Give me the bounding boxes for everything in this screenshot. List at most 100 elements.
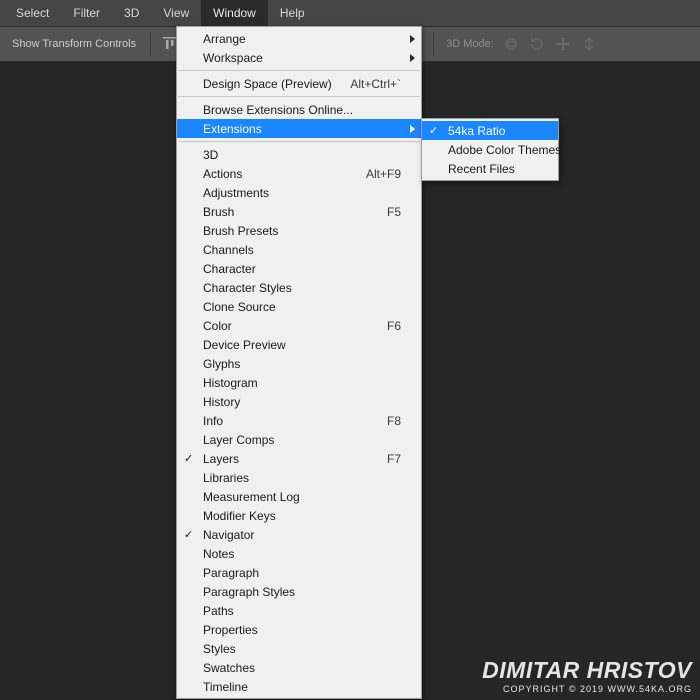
menu-item-shortcut: Alt+F9: [366, 167, 401, 181]
menu-item-swatches[interactable]: Swatches: [177, 658, 421, 677]
menu-item-color[interactable]: ColorF6: [177, 316, 421, 335]
menu-item-browse-extensions-online-[interactable]: Browse Extensions Online...: [177, 100, 421, 119]
menu-item-brush-presets[interactable]: Brush Presets: [177, 221, 421, 240]
menu-item-label: 3D: [203, 148, 401, 162]
menu-item-layers[interactable]: ✓ LayersF7: [177, 449, 421, 468]
menu-item-workspace[interactable]: Workspace: [177, 48, 421, 67]
menu-item-label: Color: [203, 319, 387, 333]
menu-item-arrange[interactable]: Arrange: [177, 29, 421, 48]
menu-item-shortcut: Alt+Ctrl+`: [350, 77, 401, 91]
menu-item-label: Info: [203, 414, 387, 428]
menu-item-label: Measurement Log: [203, 490, 401, 504]
menu-item-label: Design Space (Preview): [203, 77, 350, 91]
menu-item-3d[interactable]: 3D: [177, 145, 421, 164]
menu-item-device-preview[interactable]: Device Preview: [177, 335, 421, 354]
menu-item-label: Timeline: [203, 680, 401, 694]
slide-icon[interactable]: [579, 34, 599, 54]
extensions-submenu: ✓ 54ka Ratio Adobe Color Themes Recent File…: [421, 118, 559, 181]
menu-item-label: Properties: [203, 623, 401, 637]
menu-separator: [178, 96, 420, 97]
window-menu: ArrangeWorkspaceDesign Space (Preview)Al…: [176, 26, 422, 699]
submenu-item-recent-files[interactable]: Recent Files: [422, 159, 558, 178]
menu-item-label: Notes: [203, 547, 401, 561]
menu-item-label: Styles: [203, 642, 401, 656]
menu-item-label: Actions: [203, 167, 366, 181]
menu-item-libraries[interactable]: Libraries: [177, 468, 421, 487]
submenu-item-label: Recent Files: [448, 162, 538, 176]
submenu-arrow-icon: [410, 54, 415, 62]
menu-item-properties[interactable]: Properties: [177, 620, 421, 639]
menubar: SelectFilter3DViewWindowHelp: [0, 0, 700, 26]
menubar-item-window[interactable]: Window: [201, 0, 268, 26]
menu-item-label: Paths: [203, 604, 401, 618]
menu-item-label: Character Styles: [203, 281, 401, 295]
menu-item-label: Character: [203, 262, 401, 276]
menu-item-label: Device Preview: [203, 338, 401, 352]
menubar-item-filter[interactable]: Filter: [61, 0, 112, 26]
menu-item-label: History: [203, 395, 401, 409]
menu-item-histogram[interactable]: Histogram: [177, 373, 421, 392]
submenu-item-54ka-ratio[interactable]: ✓ 54ka Ratio: [422, 121, 558, 140]
menubar-item-view[interactable]: View: [151, 0, 201, 26]
menu-item-label: Swatches: [203, 661, 401, 675]
menu-item-modifier-keys[interactable]: Modifier Keys: [177, 506, 421, 525]
menu-item-character[interactable]: Character: [177, 259, 421, 278]
check-icon: ✓: [429, 124, 438, 137]
menu-item-label: Layer Comps: [203, 433, 401, 447]
menu-item-label: Paragraph: [203, 566, 401, 580]
menu-item-shortcut: F6: [387, 319, 401, 333]
submenu-arrow-icon: [410, 125, 415, 133]
orbit-icon[interactable]: [501, 34, 521, 54]
divider: [433, 33, 434, 55]
check-icon: ✓: [184, 452, 193, 465]
submenu-item-label: 54ka Ratio: [448, 124, 538, 138]
menu-item-label: Navigator: [203, 528, 401, 542]
menubar-item-3d[interactable]: 3D: [112, 0, 151, 26]
menu-item-brush[interactable]: BrushF5: [177, 202, 421, 221]
menu-item-clone-source[interactable]: Clone Source: [177, 297, 421, 316]
menu-item-label: Arrange: [203, 32, 401, 46]
rotate-icon[interactable]: [527, 34, 547, 54]
menu-item-paths[interactable]: Paths: [177, 601, 421, 620]
divider: [150, 33, 151, 55]
menu-separator: [178, 141, 420, 142]
menu-item-shortcut: F8: [387, 414, 401, 428]
menubar-item-help[interactable]: Help: [268, 0, 317, 26]
menu-item-paragraph-styles[interactable]: Paragraph Styles: [177, 582, 421, 601]
menu-item-label: Brush: [203, 205, 387, 219]
menu-item-design-space-preview-[interactable]: Design Space (Preview)Alt+Ctrl+`: [177, 74, 421, 93]
menu-item-styles[interactable]: Styles: [177, 639, 421, 658]
menu-separator: [178, 70, 420, 71]
menu-item-label: Adjustments: [203, 186, 401, 200]
menu-item-actions[interactable]: ActionsAlt+F9: [177, 164, 421, 183]
menu-item-paragraph[interactable]: Paragraph: [177, 563, 421, 582]
menu-item-layer-comps[interactable]: Layer Comps: [177, 430, 421, 449]
pan-icon[interactable]: [553, 34, 573, 54]
submenu-item-adobe-color-themes[interactable]: Adobe Color Themes: [422, 140, 558, 159]
menu-item-extensions[interactable]: Extensions: [177, 119, 421, 138]
menu-item-history[interactable]: History: [177, 392, 421, 411]
show-transform-controls-label[interactable]: Show Transform Controls: [4, 38, 144, 50]
menu-item-info[interactable]: InfoF8: [177, 411, 421, 430]
menubar-item-select[interactable]: Select: [4, 0, 61, 26]
menu-item-label: Brush Presets: [203, 224, 401, 238]
submenu-item-label: Adobe Color Themes: [448, 143, 561, 157]
menu-item-shortcut: F7: [387, 452, 401, 466]
3d-mode-label: 3D Mode:: [446, 38, 494, 50]
menu-item-navigator[interactable]: ✓ Navigator: [177, 525, 421, 544]
menu-item-character-styles[interactable]: Character Styles: [177, 278, 421, 297]
check-icon: ✓: [184, 528, 193, 541]
menu-item-label: Extensions: [203, 122, 401, 136]
menu-item-label: Clone Source: [203, 300, 401, 314]
menu-item-notes[interactable]: Notes: [177, 544, 421, 563]
menu-item-channels[interactable]: Channels: [177, 240, 421, 259]
menu-item-timeline[interactable]: Timeline: [177, 677, 421, 696]
menu-item-label: Workspace: [203, 51, 401, 65]
menu-item-measurement-log[interactable]: Measurement Log: [177, 487, 421, 506]
menu-item-label: Libraries: [203, 471, 401, 485]
menu-item-glyphs[interactable]: Glyphs: [177, 354, 421, 373]
menu-item-label: Layers: [203, 452, 387, 466]
menu-item-label: Paragraph Styles: [203, 585, 401, 599]
menu-item-adjustments[interactable]: Adjustments: [177, 183, 421, 202]
submenu-arrow-icon: [410, 35, 415, 43]
